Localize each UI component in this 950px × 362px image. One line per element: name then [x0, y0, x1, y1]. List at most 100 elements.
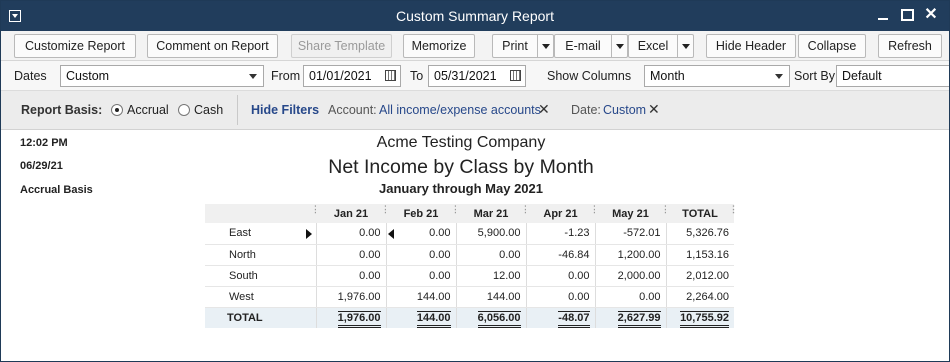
dates-select[interactable]: Custom — [60, 65, 264, 87]
table-cell[interactable]: 1,976.00 — [315, 286, 386, 308]
table-cell[interactable]: 0.00 — [315, 244, 386, 266]
table-cell[interactable]: -572.01 — [594, 223, 666, 245]
cash-label[interactable]: Cash — [194, 103, 223, 117]
date-filter-bar: Dates Custom From 01/01/2021 To 05/31/20… — [1, 61, 949, 91]
chevron-down-icon — [249, 74, 257, 79]
table-cell[interactable]: 0.00 — [385, 223, 456, 245]
collapse-button[interactable]: Collapse — [798, 34, 866, 58]
print-button[interactable]: Print — [492, 34, 554, 58]
report-period: January through May 2021 — [379, 181, 543, 196]
email-button[interactable]: E-mail — [554, 34, 628, 58]
report-body: 12:02 PM 06/29/21 Accrual Basis Acme Tes… — [1, 130, 949, 360]
report-window: Custom Summary Report ✕ Customize Report… — [0, 0, 950, 362]
column-header[interactable]: Mar 21⋮ — [456, 204, 530, 223]
total-cell[interactable]: 6,056.00 — [455, 307, 526, 328]
table-row[interactable]: North 0.00 0.00 0.00 -46.84 1,200.00 1,1… — [205, 244, 734, 266]
customize-report-button[interactable]: Customize Report — [14, 34, 136, 58]
excel-dropdown-icon[interactable] — [677, 35, 693, 57]
column-header-total[interactable]: TOTAL ⋮ — [666, 204, 738, 223]
column-header-class: ⋮ — [205, 204, 320, 223]
total-cell[interactable]: -48.07 — [525, 307, 595, 328]
excel-label: Excel — [637, 39, 669, 53]
table-row[interactable]: South 0.00 0.00 12.00 0.00 2,000.00 2,01… — [205, 265, 734, 287]
remove-account-filter-icon[interactable]: ✕ — [538, 101, 550, 118]
report-table: ⋮ Jan 21⋮ Feb 21⋮ Mar 21⋮ Apr 21⋮ May 21… — [205, 204, 738, 328]
total-cell-grand[interactable]: 10,755.92 — [665, 307, 734, 328]
close-icon[interactable]: ✕ — [923, 7, 939, 23]
maximize-icon[interactable] — [899, 7, 915, 23]
table-cell[interactable]: -46.84 — [525, 244, 595, 266]
table-cell[interactable]: 5,900.00 — [455, 223, 526, 245]
calendar-icon[interactable] — [385, 70, 396, 81]
table-cell[interactable]: 1,200.00 — [594, 244, 666, 266]
hide-header-button[interactable]: Hide Header — [706, 34, 796, 58]
calendar-icon[interactable] — [510, 70, 521, 81]
to-date-field[interactable]: 05/31/2021 — [428, 65, 526, 87]
share-template-button[interactable]: Share Template — [291, 34, 392, 58]
accrual-radio[interactable] — [111, 104, 123, 116]
print-dropdown-icon[interactable] — [537, 35, 553, 57]
table-cell[interactable]: 0.00 — [594, 286, 666, 308]
from-date-field[interactable]: 01/01/2021 — [303, 65, 401, 87]
table-cell-total[interactable]: 2,012.00 — [665, 265, 734, 287]
table-cell[interactable]: 0.00 — [385, 244, 456, 266]
accrual-label[interactable]: Accrual — [127, 103, 169, 117]
to-label: To — [410, 69, 424, 83]
table-cell[interactable]: 0.00 — [385, 265, 456, 287]
column-header[interactable]: Apr 21⋮ — [526, 204, 599, 223]
from-date-value: 01/01/2021 — [309, 69, 372, 83]
row-label: West — [205, 286, 316, 308]
table-row[interactable]: East 0.00 0.00 5,900.00 -1.23 -572.01 5,… — [205, 223, 734, 245]
table-cell[interactable]: 0.00 — [525, 286, 595, 308]
table-cell[interactable]: 2,000.00 — [594, 265, 666, 287]
cash-radio[interactable] — [178, 104, 190, 116]
table-cell[interactable]: 0.00 — [315, 265, 386, 287]
date-filter-value[interactable]: Custom — [603, 103, 646, 117]
date-filter-label: Date: — [571, 103, 601, 117]
total-row[interactable]: TOTAL 1,976.00 144.00 6,056.00 -48.07 2,… — [205, 307, 734, 328]
row-marker-icon — [387, 229, 394, 239]
row-marker-icon — [305, 229, 312, 239]
remove-date-filter-icon[interactable]: ✕ — [648, 101, 660, 118]
column-header[interactable]: Feb 21⋮ — [386, 204, 460, 223]
column-header[interactable]: May 21⋮ — [595, 204, 670, 223]
table-row[interactable]: West 1,976.00 144.00 144.00 0.00 0.00 2,… — [205, 286, 734, 308]
table-cell[interactable]: 0.00 — [455, 244, 526, 266]
total-cell[interactable]: 2,627.99 — [594, 307, 666, 328]
table-cell[interactable]: 0.00 — [315, 223, 394, 245]
hide-filters-link[interactable]: Hide Filters — [251, 103, 319, 117]
table-cell-total[interactable]: 5,326.76 — [665, 223, 734, 245]
sort-by-value: Default — [842, 69, 882, 83]
memorize-button[interactable]: Memorize — [403, 34, 475, 58]
table-cell[interactable]: 144.00 — [385, 286, 456, 308]
total-cell[interactable]: 1,976.00 — [315, 307, 386, 328]
column-header[interactable]: Jan 21⋮ — [316, 204, 390, 223]
row-label: East — [205, 223, 316, 245]
excel-button[interactable]: Excel — [628, 34, 694, 58]
row-label: South — [205, 265, 316, 287]
table-cell-total[interactable]: 1,153.16 — [665, 244, 734, 266]
email-dropdown-icon[interactable] — [611, 35, 627, 57]
row-label: North — [205, 244, 316, 266]
sort-by-select[interactable]: Default — [836, 65, 949, 87]
report-basis-bar: Report Basis: Accrual Cash Hide Filters … — [1, 91, 949, 130]
report-toolbar: Customize Report Comment on Report Share… — [1, 31, 949, 61]
dates-label: Dates — [14, 69, 47, 83]
table-cell[interactable]: -1.23 — [525, 223, 595, 245]
table-cell[interactable]: 12.00 — [455, 265, 526, 287]
table-cell[interactable]: 0.00 — [525, 265, 595, 287]
total-label: TOTAL — [205, 307, 316, 328]
minimize-icon[interactable] — [875, 7, 891, 23]
total-cell[interactable]: 144.00 — [385, 307, 456, 328]
dates-value: Custom — [66, 69, 110, 83]
show-columns-select[interactable]: Month — [644, 65, 790, 87]
print-label: Print — [502, 39, 528, 53]
table-cell-total[interactable]: 2,264.00 — [665, 286, 734, 308]
header-row: ⋮ Jan 21⋮ Feb 21⋮ Mar 21⋮ Apr 21⋮ May 21… — [205, 204, 738, 223]
table-cell[interactable]: 144.00 — [455, 286, 526, 308]
refresh-button[interactable]: Refresh — [878, 34, 942, 58]
comment-on-report-button[interactable]: Comment on Report — [147, 34, 278, 58]
account-filter-value[interactable]: All income/expense accounts — [379, 103, 541, 117]
show-columns-label: Show Columns — [547, 69, 632, 83]
system-menu-icon[interactable] — [9, 10, 21, 22]
